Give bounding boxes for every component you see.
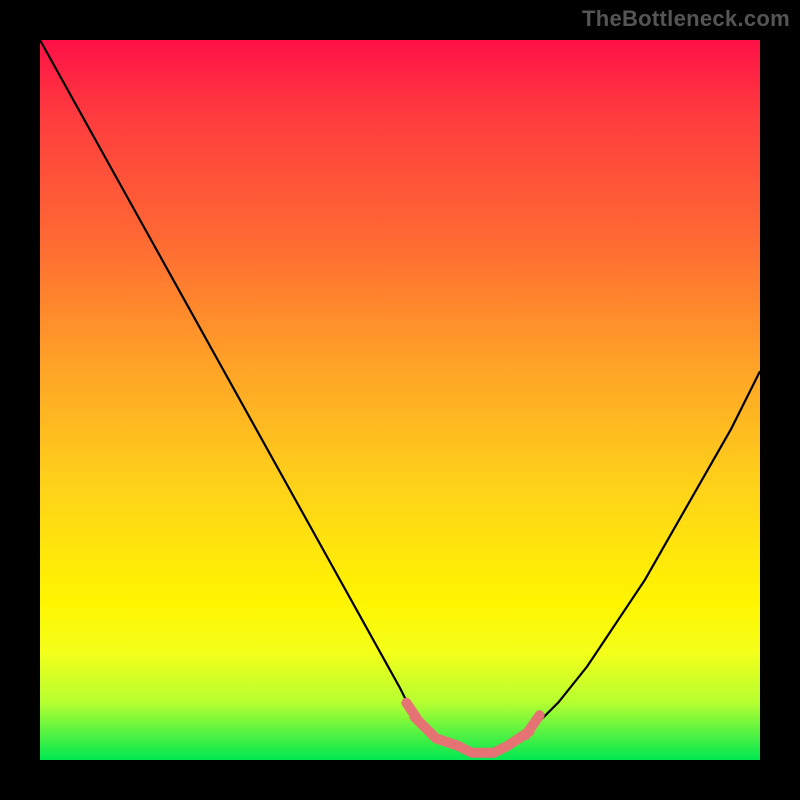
watermark-text: TheBottleneck.com [582,6,790,32]
chart-frame: TheBottleneck.com [0,0,800,800]
highlight-tick-left [406,703,418,721]
curve-highlight [414,717,529,753]
bottleneck-curve [40,40,760,753]
highlight-tick-right [526,715,540,735]
plot-area [40,40,760,760]
curve-svg [40,40,760,760]
